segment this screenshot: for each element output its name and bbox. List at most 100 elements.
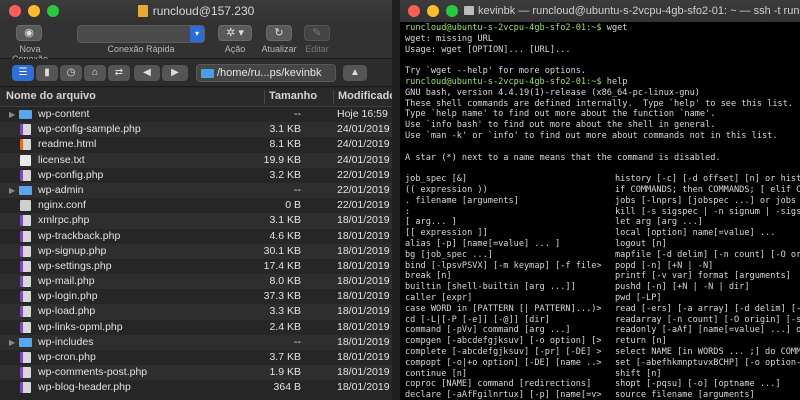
file-row[interactable]: ▶ wp-admin -- 22/01/2019 <box>0 182 392 199</box>
file-modified: 22/01/2019 <box>337 199 390 212</box>
globe-icon: ◉ <box>24 27 34 39</box>
disclosure-triangle-icon[interactable]: ▶ <box>9 107 15 122</box>
column-modified-header[interactable]: Modificado <box>338 90 392 102</box>
file-row[interactable]: wp-comments-post.php 1.9 KB 18/01/2019 <box>0 365 392 381</box>
file-row[interactable]: wp-links-opml.php 2.4 KB 18/01/2019 <box>0 320 392 335</box>
close-window-button[interactable] <box>408 5 420 17</box>
sftp-toolbar: ◉ Nova Conexão ▾ Conexão Rápida ✲ ▾ Ação… <box>0 22 392 64</box>
forward-button[interactable]: ▶ <box>162 65 188 81</box>
file-row[interactable]: wp-config-sample.php 3.1 KB 24/01/2019 <box>0 122 392 138</box>
file-modified: 24/01/2019 <box>337 123 390 136</box>
gear-icon: ✲ ▾ <box>226 27 244 39</box>
help-row: builtin [shell-builtin [arg ...]] pushd [… <box>405 282 800 293</box>
file-row[interactable]: wp-load.php 3.3 KB 18/01/2019 <box>0 304 392 320</box>
help-entry-left: [[ expression ]] <box>405 228 488 239</box>
help-entry-right: set [-abefhkmnptuvxBCHP] [-o option- <box>615 357 800 368</box>
file-name: license.txt <box>38 153 85 166</box>
file-row[interactable]: wp-config.php 3.2 KB 22/01/2019 <box>0 168 392 183</box>
help-entry-right: read [-ers] [-a array] [-d delim] [- <box>615 303 800 314</box>
file-row[interactable]: wp-signup.php 30.1 KB 18/01/2019 <box>0 243 392 259</box>
file-name: wp-config-sample.php <box>38 123 141 136</box>
help-entry-left: [ arg... ] <box>405 217 457 228</box>
disclosure-triangle-icon[interactable]: ▶ <box>9 183 15 198</box>
refresh-icon: ↻ <box>274 27 284 39</box>
help-entry-right: select NAME [in WORDS ... ;] do COMM <box>615 346 800 357</box>
disclosure-triangle-icon[interactable]: ▶ <box>9 335 15 350</box>
folder-icon <box>19 185 32 195</box>
file-row[interactable]: ▶ wp-includes -- 18/01/2019 <box>0 334 392 350</box>
quick-connect-label: Conexão Rápida <box>107 44 175 54</box>
action-label: Ação <box>224 44 246 54</box>
file-row[interactable]: wp-login.php 37.3 KB 18/01/2019 <box>0 289 392 304</box>
file-size: 30.1 KB <box>263 244 301 257</box>
parent-folder-button[interactable]: ▲ <box>343 65 367 81</box>
maximize-window-button[interactable] <box>446 5 458 17</box>
file-row[interactable]: wp-blog-header.php 364 B 18/01/2019 <box>0 380 392 395</box>
minimize-window-button[interactable] <box>427 5 439 17</box>
file-name: wp-includes <box>38 335 94 348</box>
bonjour-view-button[interactable]: ⌂ <box>84 65 106 81</box>
file-row[interactable]: ▶ wp-content -- Hoje 16:59 <box>0 107 392 122</box>
new-connection-button[interactable]: ◉ <box>16 25 42 41</box>
help-row: case WORD in [PATTERN [| PATTERN]...)> re… <box>405 304 800 315</box>
file-modified: 18/01/2019 <box>337 214 390 227</box>
help-entry-left: bg [job_spec ...] <box>405 249 493 260</box>
php-file-icon <box>20 352 31 363</box>
column-name-header[interactable]: Nome do arquivo <box>6 90 96 102</box>
file-row[interactable]: xmlrpc.php 3.1 KB 18/01/2019 <box>0 213 392 229</box>
file-row[interactable]: nginx.conf 0 B 22/01/2019 <box>0 198 392 213</box>
conf-file-icon <box>20 200 31 212</box>
quick-connect-combobox[interactable]: ▾ <box>77 25 205 43</box>
file-row[interactable]: wp-trackback.php 4.6 KB 18/01/2019 <box>0 229 392 244</box>
path-selector[interactable]: /home/ru...ps/kevinbk <box>196 64 336 82</box>
file-size: 3.3 KB <box>269 305 301 318</box>
sftp-client-window: runcloud@157.230 ◉ Nova Conexão ▾ Conexã… <box>0 0 392 400</box>
output-text: Type `help name' to find out more about … <box>405 109 716 120</box>
help-entry-right: let arg [arg ...] <box>615 217 703 228</box>
help-entry-right: pwd [-LP] <box>615 292 662 303</box>
file-name: readme.html <box>38 138 97 151</box>
edit-button[interactable]: ✎ <box>304 25 330 41</box>
file-row[interactable]: license.txt 19.9 KB 24/01/2019 <box>0 152 392 168</box>
help-entry-left: declare [-aAfFgilnrtux] [-p] [name[=v> <box>405 390 602 400</box>
terminal-line: Type `help name' to find out more about … <box>405 109 800 120</box>
sync-view-button[interactable]: ⇄ <box>108 65 130 81</box>
help-entry-right: shift [n] <box>615 368 662 379</box>
file-row[interactable]: readme.html 8.1 KB 24/01/2019 <box>0 137 392 152</box>
help-row: break [n] printf [-v var] format [argumen… <box>405 271 800 282</box>
terminal-line: A star (*) next to a name means that the… <box>405 153 800 164</box>
help-entry-right: return [n] <box>615 336 667 347</box>
help-row: cd [-L|[-P [-e]] [-@]] [dir] readarray [-… <box>405 315 800 326</box>
terminal-output[interactable]: runcloud@ubuntu-s-2vcpu-4gb-sfo2-01:~$ w… <box>405 23 800 400</box>
help-row: command [-pVv] command [arg ...] readonly… <box>405 325 800 336</box>
file-modified: 22/01/2019 <box>337 183 390 196</box>
bookmarks-view-button[interactable]: ▮ <box>36 65 58 81</box>
output-text: Usage: wget [OPTION]... [URL]... <box>405 44 571 55</box>
column-size-header[interactable]: Tamanho <box>269 90 317 102</box>
file-row[interactable]: wp-settings.php 17.4 KB 18/01/2019 <box>0 259 392 274</box>
file-size: 2.4 KB <box>269 320 301 333</box>
help-entry-left: break [n] <box>405 271 452 282</box>
php-file-icon <box>20 321 31 333</box>
file-name: xmlrpc.php <box>38 214 90 227</box>
help-entry-left: : <box>405 206 411 217</box>
history-view-button[interactable]: ◷ <box>60 65 82 81</box>
file-list: ▶ wp-content -- Hoje 16:59 wp-config-sample.… <box>0 107 392 396</box>
file-modified: 18/01/2019 <box>337 275 390 288</box>
list-view-button[interactable]: ☰ <box>12 65 34 81</box>
up-arrow-icon: ▲ <box>350 67 360 78</box>
refresh-button[interactable]: ↻ <box>266 25 292 41</box>
file-name: wp-settings.php <box>38 259 112 272</box>
help-row: alias [-p] [name[=value] ... ] logout [n] <box>405 239 800 250</box>
help-entry-right: source filename [arguments] <box>615 390 755 400</box>
file-name: wp-comments-post.php <box>38 366 148 379</box>
help-entry-left: compgen [-abcdefgjksuv] [-o option] [> <box>405 336 602 347</box>
file-row[interactable]: wp-cron.php 3.7 KB 18/01/2019 <box>0 350 392 365</box>
action-menu-button[interactable]: ✲ ▾ <box>218 25 252 41</box>
help-entry-right: mapfile [-d delim] [-n count] [-O or <box>615 249 800 260</box>
back-button[interactable]: ◀ <box>134 65 160 81</box>
file-row[interactable]: wp-mail.php 8.0 KB 18/01/2019 <box>0 274 392 290</box>
help-row: compopt [-o|+o option] [-DE] [name ..> se… <box>405 358 800 369</box>
help-entry-left: cd [-L|[-P [-e]] [-@]] [dir] <box>405 314 550 325</box>
